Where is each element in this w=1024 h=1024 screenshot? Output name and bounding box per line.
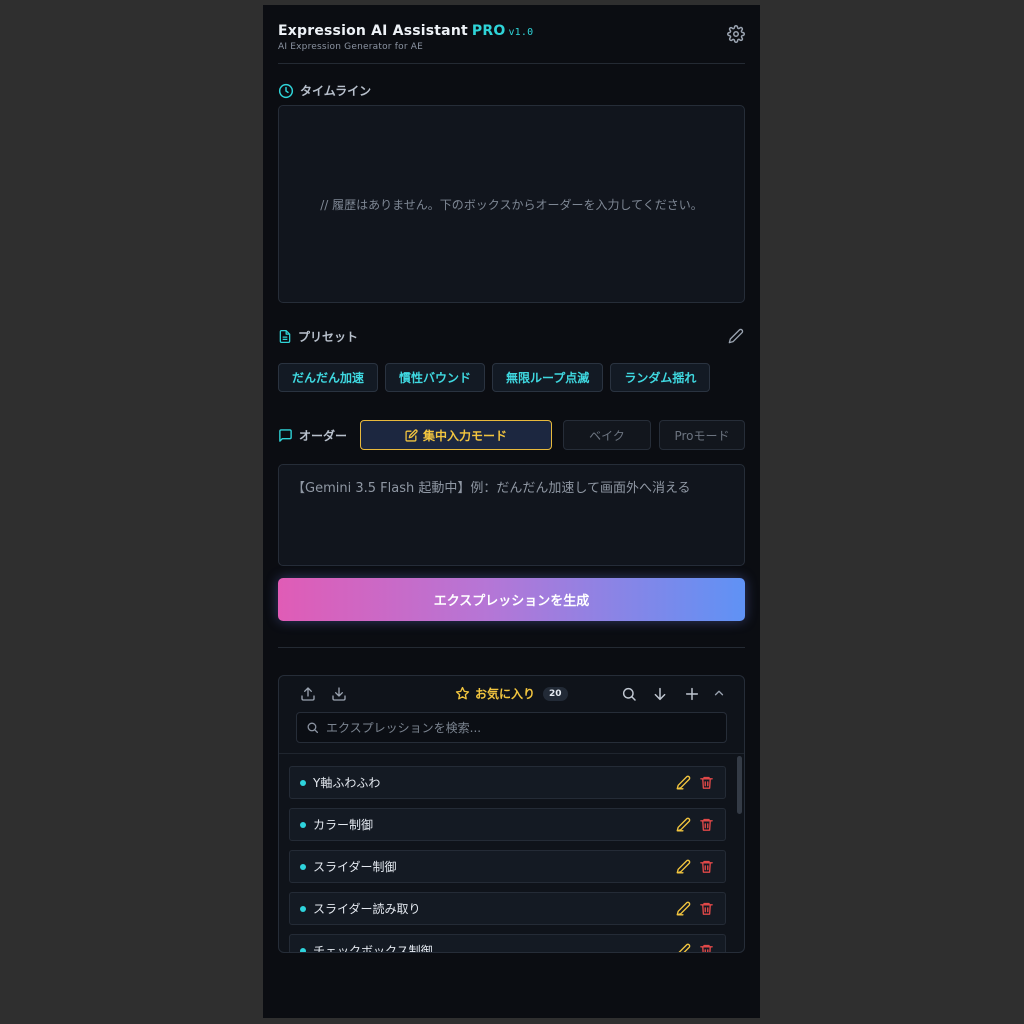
favorites-toolbar: お気に入り 20 エクスプレッションを検索... xyxy=(279,676,744,754)
list-item[interactable]: カラー制御 xyxy=(289,808,726,841)
assistant-panel: Expression AI Assistant PRO v1.0 AI Expres… xyxy=(263,5,760,1018)
chat-bubble-icon xyxy=(279,429,292,442)
header-divider xyxy=(278,63,745,64)
favorites-title-text: お気に入り xyxy=(475,687,536,701)
favorites-count: 20 xyxy=(543,686,568,701)
bullet-dot xyxy=(300,821,306,828)
star-icon xyxy=(455,686,470,700)
order-row: オーダー 集中入力モード ベイク Proモード xyxy=(278,420,745,450)
search-icon xyxy=(307,722,319,734)
app-title-text: Expression AI Assistant xyxy=(278,23,468,39)
edit-presets-icon[interactable] xyxy=(728,328,744,344)
favorites-list: Y軸ふわふわ カラー制御 スライダー制御 スライダー読み取り チェックボックス制… xyxy=(289,766,726,953)
focus-mode-button[interactable]: 集中入力モード xyxy=(360,420,552,450)
order-label: オーダー xyxy=(278,427,347,444)
favorites-scrollbar[interactable] xyxy=(737,756,742,814)
preset-chip[interactable]: 慣性バウンド xyxy=(385,363,486,392)
pro-badge: PRO xyxy=(471,23,506,39)
header: Expression AI Assistant PRO v1.0 AI Expres… xyxy=(278,23,745,52)
plus-icon[interactable] xyxy=(684,686,700,702)
order-placeholder: 【Gemini 3.5 Flash 起動中】例：だんだん加速して画面外へ消える xyxy=(292,481,691,496)
list-item-label: スライダー制御 xyxy=(313,860,397,874)
timeline-label-text: タイムライン xyxy=(300,84,372,98)
edit-square-icon xyxy=(405,428,418,442)
search-icon[interactable] xyxy=(621,686,637,702)
pencil-icon[interactable] xyxy=(676,943,691,953)
bake-button[interactable]: ベイク xyxy=(563,420,651,450)
generate-button[interactable]: エクスプレッションを生成 xyxy=(278,578,745,621)
list-item-label: チェックボックス制御 xyxy=(313,944,433,953)
preset-chip[interactable]: だんだん加速 xyxy=(278,363,379,392)
list-item-label: カラー制御 xyxy=(313,818,374,832)
chevron-up-icon[interactable] xyxy=(712,686,726,700)
app-subtitle: AI Expression Generator for AE xyxy=(278,42,424,52)
list-item[interactable]: スライダー読み取り xyxy=(289,892,726,925)
trash-icon[interactable] xyxy=(699,901,714,916)
pro-mode-button[interactable]: Proモード xyxy=(659,420,745,450)
order-input[interactable]: 【Gemini 3.5 Flash 起動中】例：だんだん加速して画面外へ消える xyxy=(278,464,745,566)
trash-icon[interactable] xyxy=(699,859,714,874)
bullet-dot xyxy=(300,947,306,952)
bullet-dot xyxy=(300,863,306,870)
presets-label-text: プリセット xyxy=(298,330,359,344)
preset-chip[interactable]: ランダム揺れ xyxy=(610,363,711,392)
timeline-empty-text: // 履歴はありません。下のボックスからオーダーを入力してください。 xyxy=(320,197,703,212)
trash-icon[interactable] xyxy=(699,943,714,953)
trash-icon[interactable] xyxy=(699,775,714,790)
preset-chip[interactable]: 無限ループ点滅 xyxy=(492,363,604,392)
favorites-title: お気に入り 20 xyxy=(455,685,568,702)
document-icon xyxy=(279,330,291,343)
favorites-panel: お気に入り 20 エクスプレッションを検索... Y軸ふわふわ カラー制御 スラ… xyxy=(278,675,745,953)
download-icon[interactable] xyxy=(331,686,347,702)
preset-chips: だんだん加速 慣性バウンド 無限ループ点滅 ランダム揺れ xyxy=(278,363,711,392)
order-label-text: オーダー xyxy=(299,429,348,443)
list-item-label: スライダー読み取り xyxy=(313,902,421,916)
focus-mode-label: 集中入力モード xyxy=(422,428,507,443)
bullet-dot xyxy=(300,905,306,912)
upload-icon[interactable] xyxy=(300,686,316,702)
favorites-search-input[interactable]: エクスプレッションを検索... xyxy=(296,712,727,743)
section-divider xyxy=(278,647,745,648)
list-item[interactable]: Y軸ふわふわ xyxy=(289,766,726,799)
list-item-label: Y軸ふわふわ xyxy=(313,776,381,790)
pencil-icon[interactable] xyxy=(676,859,691,874)
version-label: v1.0 xyxy=(508,27,534,38)
pencil-icon[interactable] xyxy=(676,901,691,916)
arrow-down-icon[interactable] xyxy=(652,686,668,702)
list-item[interactable]: スライダー制御 xyxy=(289,850,726,883)
pencil-icon[interactable] xyxy=(676,817,691,832)
app-title: Expression AI Assistant PRO v1.0 xyxy=(278,23,745,39)
gear-icon[interactable] xyxy=(727,25,745,43)
search-placeholder: エクスプレッションを検索... xyxy=(326,721,482,735)
bullet-dot xyxy=(300,779,306,786)
pencil-icon[interactable] xyxy=(676,775,691,790)
timeline-label: タイムライン xyxy=(278,82,371,99)
trash-icon[interactable] xyxy=(699,817,714,832)
timeline-box: // 履歴はありません。下のボックスからオーダーを入力してください。 xyxy=(278,105,745,303)
clock-icon xyxy=(278,83,294,98)
list-item[interactable]: チェックボックス制御 xyxy=(289,934,726,953)
presets-label: プリセット xyxy=(278,328,358,345)
